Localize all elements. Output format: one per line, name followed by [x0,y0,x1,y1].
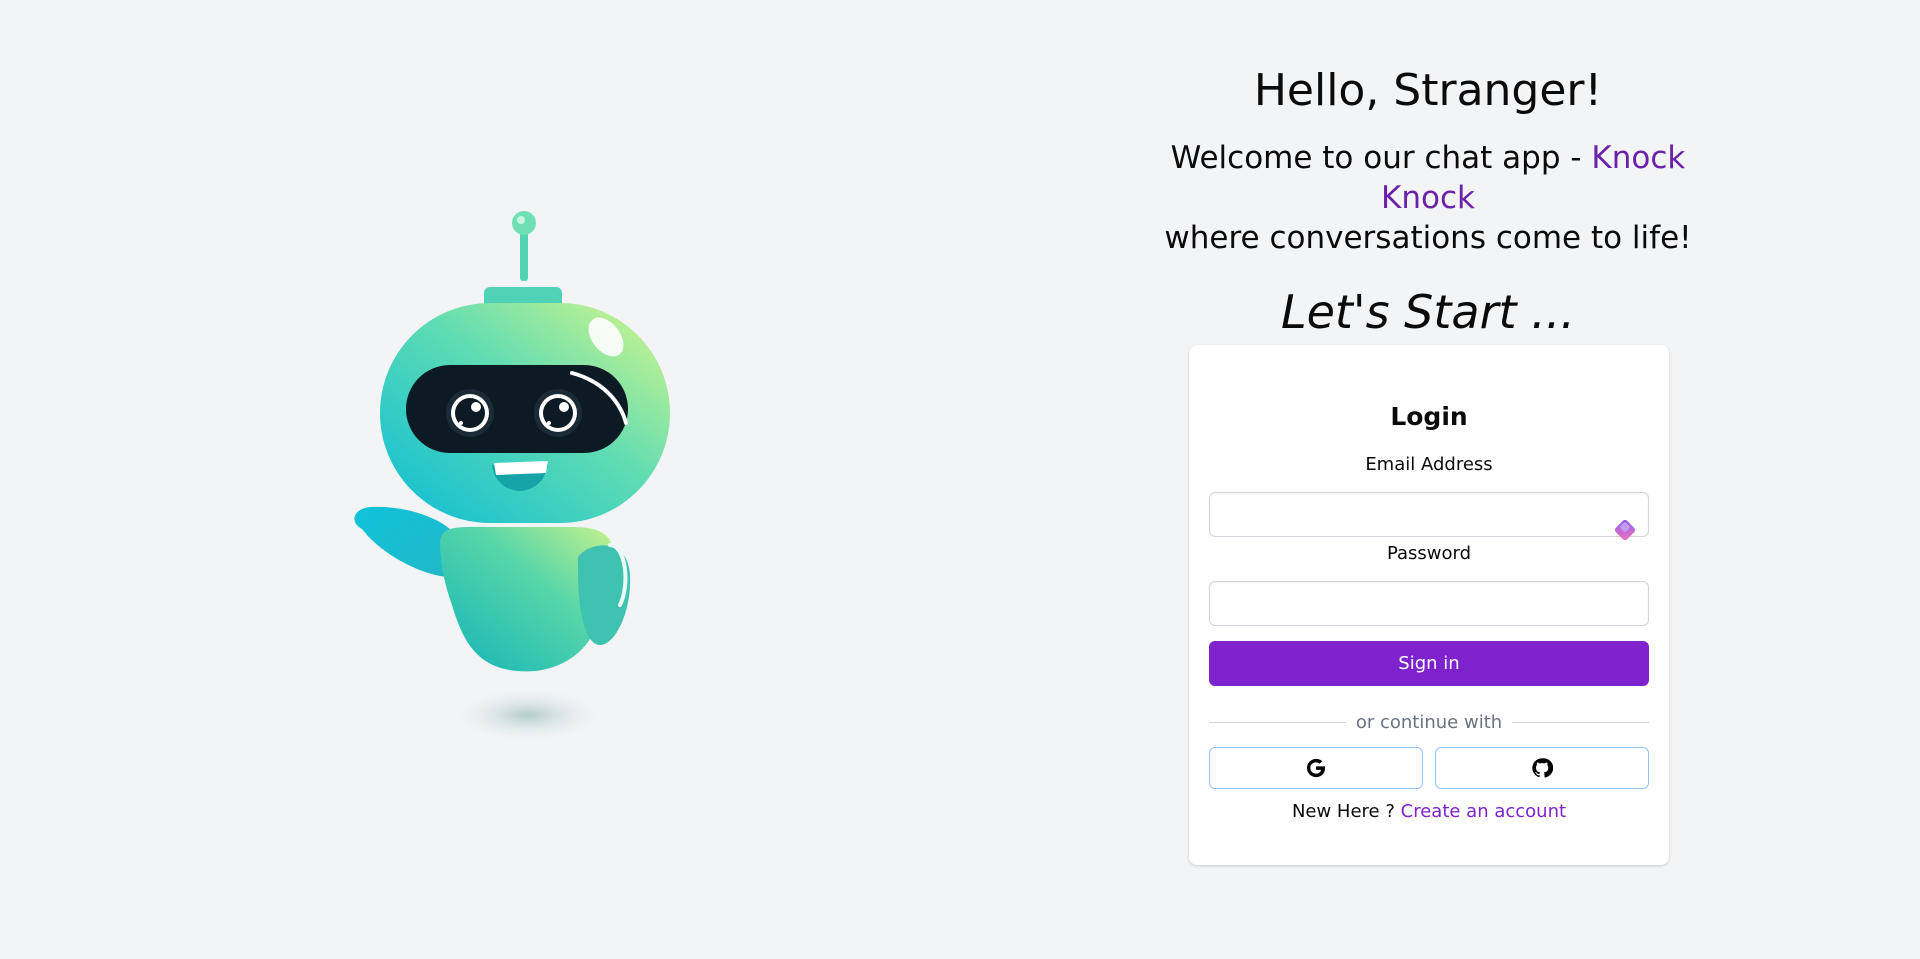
welcome-prefix: Welcome to our chat app - [1170,140,1592,176]
divider-line-left [1209,722,1346,723]
welcome-text: Welcome to our chat app - Knock Knock wh… [1128,138,1728,258]
google-icon [1307,758,1325,778]
welcome-suffix: where conversations come to life! [1164,220,1692,256]
divider-text: or continue with [1355,712,1503,733]
greeting-heading: Hello, Stranger! [1253,65,1603,116]
password-manager-icon[interactable] [1611,516,1639,544]
github-icon [1532,758,1553,778]
robot-mascot-illustration [340,205,690,765]
password-field[interactable] [1209,581,1649,626]
sign-in-button[interactable]: Sign in [1209,641,1649,686]
signup-line: New Here ? Create an account [1209,799,1649,825]
divider: or continue with [1209,712,1649,733]
google-login-button[interactable] [1209,747,1423,789]
password-label: Password [1386,543,1472,564]
email-field[interactable] [1209,492,1649,537]
login-page: Hello, Stranger! Welcome to our chat app… [0,0,1920,959]
login-title: Login [1390,402,1468,431]
tagline: Let's Start ... [1280,285,1576,339]
create-account-link[interactable]: Create an account [1401,801,1566,822]
hero-section: Hello, Stranger! Welcome to our chat app… [1128,50,1728,342]
signup-prompt: New Here ? [1291,801,1395,822]
login-card: Login Email Address Password Sign in or … [1189,345,1669,865]
email-label: Email Address [1365,454,1493,475]
github-login-button[interactable] [1435,747,1649,789]
email-field-wrap [1209,492,1649,541]
divider-line-right [1512,722,1649,723]
social-login-row [1209,747,1649,789]
